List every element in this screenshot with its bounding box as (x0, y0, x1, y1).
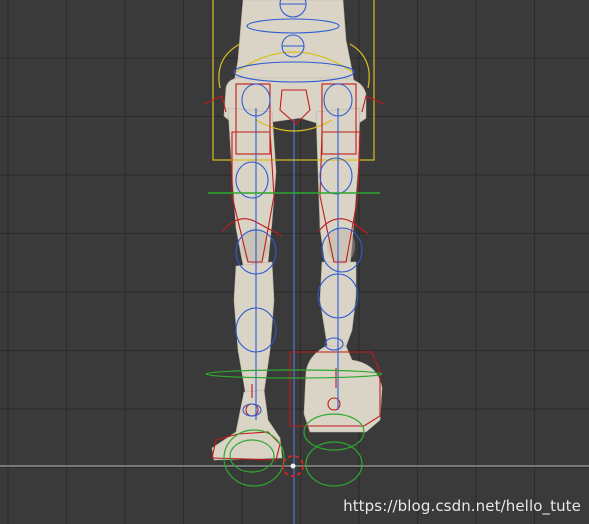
3d-viewport[interactable]: https://blog.csdn.net/hello_tute (0, 0, 589, 524)
3d-cursor-center (290, 463, 296, 469)
viewport-canvas[interactable] (0, 0, 589, 524)
watermark-text: https://blog.csdn.net/hello_tute (343, 497, 581, 515)
